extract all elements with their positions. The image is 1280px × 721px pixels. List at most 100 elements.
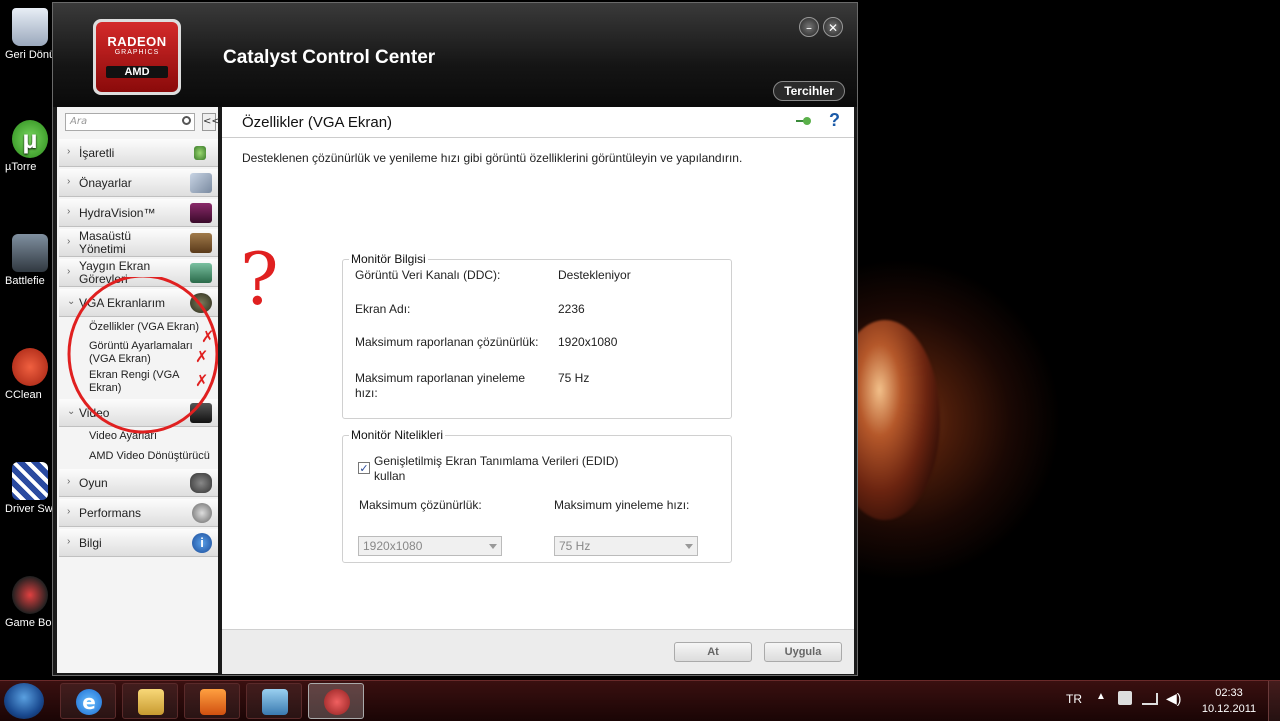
ddc-value: Destekleniyor — [558, 268, 631, 282]
logo-text-amd: AMD — [106, 66, 168, 78]
sidebar-item-label: Önayarlar — [79, 176, 132, 190]
sidebar-item-presets[interactable]: › Önayarlar — [59, 169, 218, 197]
annotation-cross: ✗ — [201, 327, 215, 346]
monitor-features-group: Monitör Nitelikleri ✓ Genişletilmiş Ekra… — [342, 428, 732, 563]
discard-button[interactable]: At — [674, 642, 752, 662]
sidebar-item-pinned[interactable]: › İşaretli — [59, 139, 218, 167]
ccleaner-icon — [12, 348, 48, 386]
desktop-icon-recycle-bin[interactable]: Geri Dönüşü — [0, 8, 67, 62]
start-button[interactable] — [4, 683, 44, 719]
taskbar-catalyst-control-center[interactable] — [308, 683, 364, 719]
gauge-icon — [192, 503, 212, 523]
sidebar-subitem-amd-video-converter[interactable]: AMD Video Dönüştürücü — [89, 450, 210, 463]
collapse-sidebar-button[interactable]: << — [202, 113, 220, 131]
pin-icon — [194, 146, 206, 160]
system-clock[interactable]: 02:33 10.12.2011 — [1196, 685, 1262, 717]
minimize-button[interactable]: – — [799, 17, 819, 37]
radeon-logo: RADEON GRAPHICS AMD — [93, 19, 181, 95]
recycle-bin-icon — [12, 8, 48, 46]
app-title: Catalyst Control Center — [223, 47, 436, 68]
help-icon[interactable]: ? — [829, 110, 840, 131]
internet-explorer-icon: e — [76, 689, 102, 715]
chevron-right-icon: › — [67, 476, 71, 487]
max-refresh-select[interactable]: 75 Hz — [554, 536, 698, 556]
max-resolution-value: 1920x1080 — [558, 335, 618, 349]
sidebar-item-label: İşaretli — [79, 146, 115, 160]
display-name-value: 2236 — [558, 302, 585, 316]
monitor-icon — [190, 203, 212, 223]
folder-icon — [138, 689, 164, 715]
sidebar-item-information[interactable]: › Bilgi i — [59, 529, 218, 557]
desktop-icon-battlefield[interactable]: Battlefie — [0, 234, 54, 288]
sidebar-item-performance[interactable]: › Performans — [59, 499, 218, 527]
edid-checkbox[interactable]: ✓ — [358, 462, 370, 474]
network-icon[interactable] — [1142, 693, 1158, 705]
taskbar-control-panel[interactable] — [246, 683, 302, 719]
close-button[interactable]: ✕ — [823, 17, 843, 37]
clock-date: 10.12.2011 — [1201, 703, 1257, 715]
max-resolution-label: Maksimum raporlanan çözünürlük: — [355, 335, 539, 349]
group-title: Monitör Bilgisi — [349, 252, 428, 266]
volume-icon[interactable]: ◀) — [1166, 690, 1181, 707]
page-description: Desteklenen çözünürlük ve yenileme hızı … — [242, 151, 743, 165]
control-panel-icon — [262, 689, 288, 715]
chevron-down-icon — [489, 544, 497, 549]
taskbar-media-player[interactable] — [184, 683, 240, 719]
sidebar-item-gaming[interactable]: › Oyun — [59, 469, 218, 497]
preset-icon — [190, 173, 212, 193]
desktop-icon-driver-sweeper[interactable]: Driver Sweep — [0, 462, 71, 516]
minimize-icon: – — [806, 21, 812, 35]
sidebar-item-hydravision[interactable]: › HydraVision™ — [59, 199, 218, 227]
chevron-right-icon: › — [67, 236, 71, 247]
chevron-right-icon: › — [67, 206, 71, 217]
utorrent-icon: µ — [12, 120, 48, 158]
language-indicator[interactable]: TR — [1066, 692, 1082, 706]
desktop-icon-game-booster[interactable]: Game Booste — [0, 576, 72, 630]
search-placeholder: Ara — [70, 116, 88, 127]
sidebar-item-label: HydraVision™ — [79, 206, 156, 220]
driver-sweeper-icon — [12, 462, 48, 500]
show-hidden-icons[interactable]: ▲ — [1096, 691, 1106, 702]
edid-label: Genişletilmiş Ekran Tanımlama Verileri (… — [374, 454, 619, 483]
action-center-icon[interactable] — [1118, 691, 1132, 705]
select-value: 75 Hz — [559, 539, 591, 553]
ddc-label: Görüntü Veri Kanalı (DDC): — [355, 268, 501, 282]
content-panel: Özellikler (VGA Ekran) ? Desteklenen çöz… — [222, 107, 854, 674]
clock-time: 02:33 — [1215, 687, 1243, 699]
annotation-cross: ✗ — [195, 371, 209, 390]
preferences-button[interactable]: Tercihler — [773, 81, 845, 101]
logo-text-graphics: GRAPHICS — [114, 49, 160, 56]
chevron-right-icon: › — [67, 176, 71, 187]
info-icon: i — [192, 533, 212, 553]
annotation-question-mark: ? — [240, 237, 279, 321]
chevron-right-icon: › — [67, 536, 71, 547]
taskbar-file-explorer[interactable] — [122, 683, 178, 719]
content-footer: At Uygula — [222, 629, 854, 674]
max-refresh-label: Maksimum raporlanan yineleme hızı: — [355, 371, 526, 400]
annotation-circle — [67, 277, 218, 434]
max-resolution-select[interactable]: 1920x1080 — [358, 536, 502, 556]
pin-icon[interactable] — [796, 115, 812, 127]
taskbar: e TR ▲ ◀) 02:33 10.12.2011 — [0, 680, 1280, 721]
display-name-label: Ekran Adı: — [355, 302, 411, 316]
chevron-right-icon: › — [67, 506, 71, 517]
media-player-icon — [200, 689, 226, 715]
annotation-cross: ✗ — [195, 347, 209, 366]
apply-button[interactable]: Uygula — [764, 642, 842, 662]
chevron-right-icon: › — [67, 266, 71, 277]
search-input[interactable]: Ara — [65, 113, 195, 131]
sidebar-item-desktop-management[interactable]: › Masaüstü Yönetimi — [59, 229, 218, 257]
chevron-right-icon: › — [67, 146, 71, 157]
taskbar-internet-explorer[interactable]: e — [60, 683, 116, 719]
sidebar-item-label: Bilgi — [79, 536, 102, 550]
search-icon[interactable] — [182, 116, 191, 125]
desktop-icon-ccleaner[interactable]: CClean — [0, 348, 54, 402]
sidebar-item-label: Performans — [79, 506, 142, 520]
chevron-down-icon — [685, 544, 693, 549]
game-booster-icon — [12, 576, 48, 614]
window-header: RADEON GRAPHICS AMD Catalyst Control Cen… — [53, 3, 857, 107]
sidebar-item-label: Oyun — [79, 476, 108, 490]
show-desktop-button[interactable] — [1268, 681, 1280, 721]
desktop-icon-utorrent[interactable]: µ µTorre — [0, 120, 54, 174]
desktop-management-icon — [190, 233, 212, 253]
